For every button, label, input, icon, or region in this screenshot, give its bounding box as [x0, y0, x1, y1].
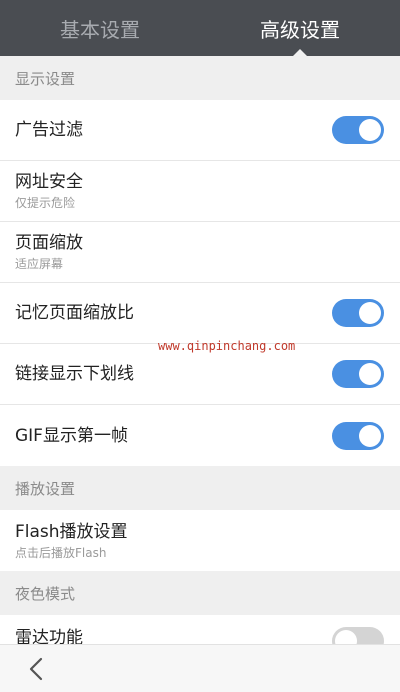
setting-title: 链接显示下划线	[15, 364, 134, 384]
setting-subtitle: 适应屏幕	[15, 257, 64, 271]
setting-flash-playback[interactable]: Flash播放设置 点击后播放Flash	[0, 510, 400, 571]
toggle-knob	[335, 630, 357, 644]
section-header-night-label: 夜色模式	[15, 584, 76, 603]
section-header-display: 显示设置	[0, 56, 400, 100]
chevron-left-icon	[29, 657, 43, 681]
tab-bar: 基本设置 高级设置	[0, 0, 400, 56]
tab-basic-settings-label: 基本设置	[60, 17, 140, 42]
setting-title: Flash播放设置	[15, 521, 128, 542]
setting-page-zoom[interactable]: 页面缩放 适应屏幕	[0, 222, 400, 283]
setting-title: GIF显示第一帧	[15, 425, 128, 446]
setting-title: 网址安全	[15, 172, 83, 192]
settings-list: 显示设置 广告过滤 网址安全 仅提示危险 页面缩放 适应屏幕 记忆页面缩放比 链…	[0, 56, 400, 644]
setting-remember-zoom[interactable]: 记忆页面缩放比	[0, 283, 400, 344]
setting-url-security[interactable]: 网址安全 仅提示危险	[0, 161, 400, 222]
setting-radar[interactable]: 雷达功能	[0, 615, 400, 644]
setting-gif-first-frame[interactable]: GIF显示第一帧	[0, 405, 400, 466]
remember-zoom-toggle[interactable]	[332, 299, 384, 327]
setting-link-underline[interactable]: 链接显示下划线	[0, 344, 400, 405]
setting-title: 记忆页面缩放比	[15, 303, 134, 323]
toggle-knob	[359, 424, 381, 447]
setting-title: 雷达功能	[15, 628, 83, 644]
section-header-playback-label: 播放设置	[15, 479, 76, 498]
section-header-night: 夜色模式	[0, 571, 400, 615]
section-header-playback: 播放设置	[0, 466, 400, 510]
back-button[interactable]	[22, 655, 52, 683]
setting-ad-filter[interactable]: 广告过滤	[0, 100, 400, 161]
setting-title: 页面缩放	[15, 233, 83, 253]
setting-subtitle: 仅提示危险	[15, 196, 76, 210]
gif-first-frame-toggle[interactable]	[332, 421, 384, 450]
active-tab-indicator	[293, 49, 307, 56]
link-underline-toggle[interactable]	[332, 360, 384, 388]
toggle-knob	[359, 363, 381, 385]
radar-toggle[interactable]	[332, 627, 384, 644]
bottom-nav-bar	[0, 644, 400, 692]
toggle-knob	[359, 119, 381, 141]
toggle-knob	[359, 302, 381, 324]
tab-advanced-settings-label: 高级设置	[260, 17, 340, 42]
setting-subtitle: 点击后播放Flash	[15, 545, 107, 560]
tab-advanced-settings[interactable]: 高级设置	[200, 0, 400, 56]
ad-filter-toggle[interactable]	[332, 116, 384, 144]
section-header-display-label: 显示设置	[15, 69, 76, 88]
setting-title: 广告过滤	[15, 120, 83, 140]
tab-basic-settings[interactable]: 基本设置	[0, 0, 200, 56]
